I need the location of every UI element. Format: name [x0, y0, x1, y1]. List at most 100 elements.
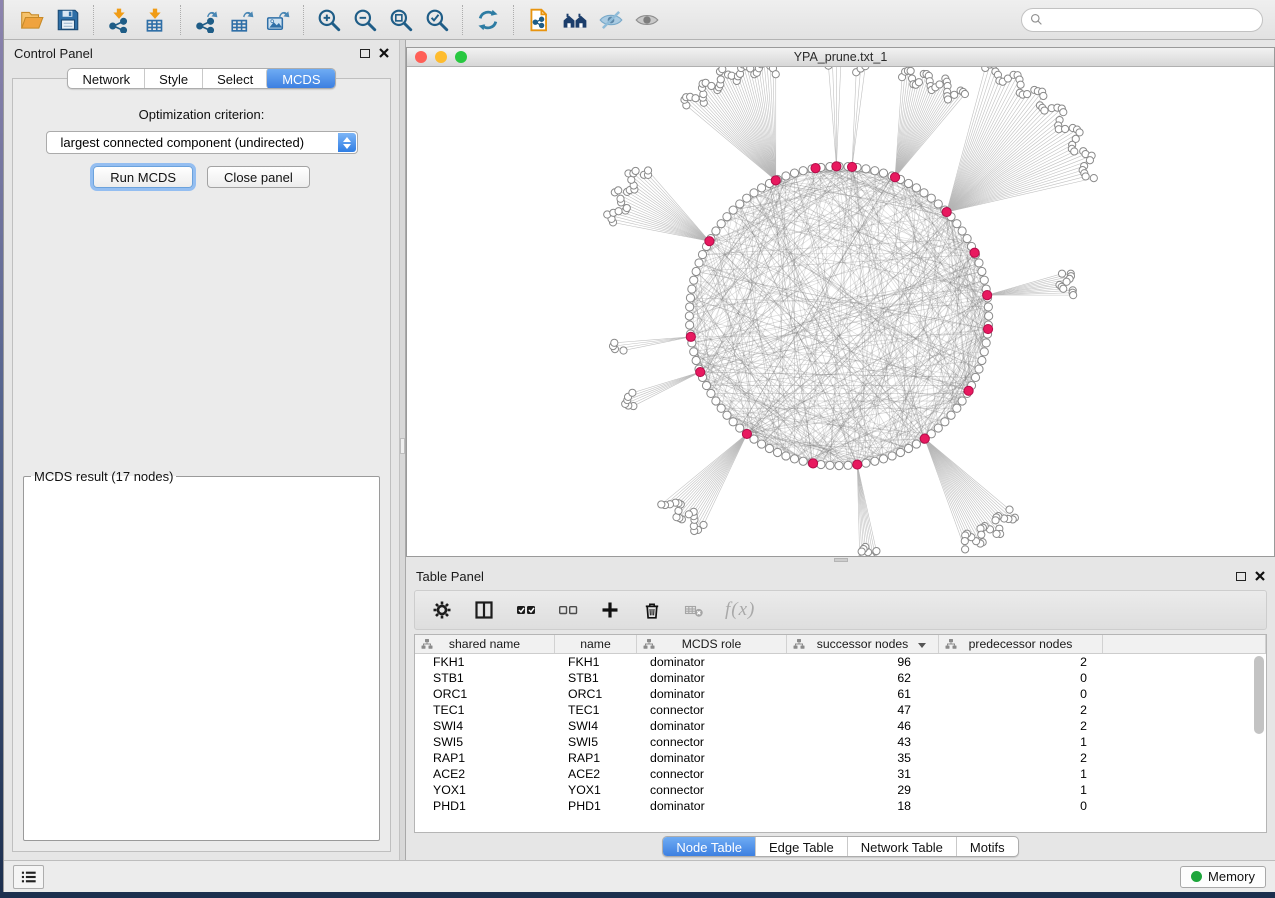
cell[interactable]: FKH1 [555, 654, 637, 670]
column-header-predecessor-nodes[interactable]: predecessor nodes [939, 635, 1103, 653]
cell[interactable]: SWI5 [415, 734, 555, 750]
import-network-button[interactable] [101, 4, 137, 36]
table-row[interactable]: STB1STB1dominator620 [415, 670, 1266, 686]
column-header-shared-name[interactable]: shared name [415, 635, 555, 653]
cell[interactable]: dominator [637, 670, 787, 686]
hide-selected-button[interactable] [593, 4, 629, 36]
cell[interactable]: 0 [939, 670, 1103, 686]
run-mcds-button[interactable]: Run MCDS [93, 166, 193, 188]
function-builder-button[interactable]: f(x) [725, 599, 755, 621]
tab-mcds[interactable]: MCDS [266, 68, 335, 89]
search-input[interactable] [1048, 13, 1254, 27]
import-table-button[interactable] [137, 4, 173, 36]
cell[interactable]: FKH1 [415, 654, 555, 670]
table-row[interactable]: TEC1TEC1connector472 [415, 702, 1266, 718]
export-network-button[interactable] [188, 4, 224, 36]
delete-column-button[interactable] [683, 599, 705, 621]
cell[interactable]: RAP1 [415, 750, 555, 766]
table-row[interactable]: SWI5SWI5connector431 [415, 734, 1266, 750]
open-file-button[interactable] [14, 4, 50, 36]
close-panel-button[interactable]: Close panel [207, 166, 310, 188]
float-panel-icon[interactable] [360, 49, 370, 58]
task-history-button[interactable] [13, 865, 44, 889]
tab-network-table[interactable]: Network Table [847, 837, 956, 856]
delete-row-button[interactable] [641, 599, 663, 621]
zoom-selected-button[interactable] [419, 4, 455, 36]
cell[interactable]: dominator [637, 654, 787, 670]
close-panel-icon[interactable] [379, 48, 389, 58]
cell[interactable]: PHD1 [415, 798, 555, 814]
cell[interactable]: 29 [787, 782, 939, 798]
close-table-panel-icon[interactable] [1255, 571, 1265, 581]
cell[interactable]: YOX1 [415, 782, 555, 798]
zoom-fit-button[interactable] [383, 4, 419, 36]
cell[interactable]: 2 [939, 702, 1103, 718]
cell[interactable]: ORC1 [555, 686, 637, 702]
mcds-result-list[interactable]: PHD1CAR1STP4TID3YOX1SWI4SRD1PMA2FKH1ACE2… [25, 486, 364, 488]
cell[interactable]: 46 [787, 718, 939, 734]
tab-edge-table[interactable]: Edge Table [755, 837, 847, 856]
cell[interactable]: TEC1 [415, 702, 555, 718]
cell[interactable]: 0 [939, 798, 1103, 814]
cell[interactable]: dominator [637, 798, 787, 814]
cell[interactable]: TEC1 [555, 702, 637, 718]
cell[interactable]: STB1 [415, 670, 555, 686]
divider-handle-icon[interactable] [400, 438, 405, 454]
cell[interactable]: SWI4 [415, 718, 555, 734]
tab-select[interactable]: Select [202, 69, 267, 88]
tab-network[interactable]: Network [68, 69, 144, 88]
tab-style[interactable]: Style [144, 69, 202, 88]
show-all-button[interactable] [629, 4, 665, 36]
column-header-MCDS-role[interactable]: MCDS role [637, 635, 787, 653]
optimization-criterion-select[interactable]: largest connected component (undirected) [46, 131, 358, 154]
cell[interactable]: 0 [939, 686, 1103, 702]
cell[interactable]: 47 [787, 702, 939, 718]
tab-motifs[interactable]: Motifs [956, 837, 1018, 856]
cell[interactable]: 1 [939, 766, 1103, 782]
cell[interactable]: 2 [939, 718, 1103, 734]
memory-button[interactable]: Memory [1180, 866, 1266, 888]
cell[interactable]: 18 [787, 798, 939, 814]
table-row[interactable]: RAP1RAP1dominator352 [415, 750, 1266, 766]
table-row[interactable]: SWI4SWI4dominator462 [415, 718, 1266, 734]
column-header-name[interactable]: name [555, 635, 637, 653]
cell[interactable]: 62 [787, 670, 939, 686]
cell[interactable]: YOX1 [555, 782, 637, 798]
export-table-button[interactable] [224, 4, 260, 36]
save-session-button[interactable] [50, 4, 86, 36]
column-header-successor-nodes[interactable]: successor nodes [787, 635, 939, 653]
cell[interactable]: dominator [637, 718, 787, 734]
cell[interactable]: ACE2 [555, 766, 637, 782]
float-table-panel-icon[interactable] [1236, 572, 1246, 581]
table-scrollbar[interactable] [1254, 656, 1264, 734]
cell[interactable]: ACE2 [415, 766, 555, 782]
cell[interactable]: 96 [787, 654, 939, 670]
cell[interactable]: 1 [939, 734, 1103, 750]
cell[interactable]: STB1 [555, 670, 637, 686]
horizontal-divider-handle[interactable] [834, 558, 848, 562]
cell[interactable]: SWI5 [555, 734, 637, 750]
table-row[interactable]: PHD1PHD1dominator180 [415, 798, 1266, 814]
zoom-out-button[interactable] [347, 4, 383, 36]
cell[interactable]: PHD1 [555, 798, 637, 814]
panel-split-divider[interactable] [399, 40, 406, 860]
cell[interactable]: connector [637, 782, 787, 798]
network-canvas[interactable] [407, 67, 1274, 556]
select-all-button[interactable] [515, 599, 537, 621]
mcds-result-item[interactable]: PHD1 [31, 487, 358, 488]
zoom-in-button[interactable] [311, 4, 347, 36]
cell[interactable]: 2 [939, 654, 1103, 670]
cell[interactable]: 2 [939, 750, 1103, 766]
minimize-window-icon[interactable] [435, 51, 447, 63]
cell[interactable]: connector [637, 734, 787, 750]
cell[interactable]: ORC1 [415, 686, 555, 702]
search-box[interactable] [1021, 8, 1263, 32]
export-image-button[interactable] [260, 4, 296, 36]
cell[interactable]: RAP1 [555, 750, 637, 766]
sort-caret-icon[interactable] [918, 643, 926, 648]
cell[interactable]: connector [637, 702, 787, 718]
duplicate-network-button[interactable] [521, 4, 557, 36]
table-row[interactable]: ACE2ACE2connector311 [415, 766, 1266, 782]
cell[interactable]: SWI4 [555, 718, 637, 734]
network-window-titlebar[interactable]: YPA_prune.txt_1 [407, 48, 1274, 67]
